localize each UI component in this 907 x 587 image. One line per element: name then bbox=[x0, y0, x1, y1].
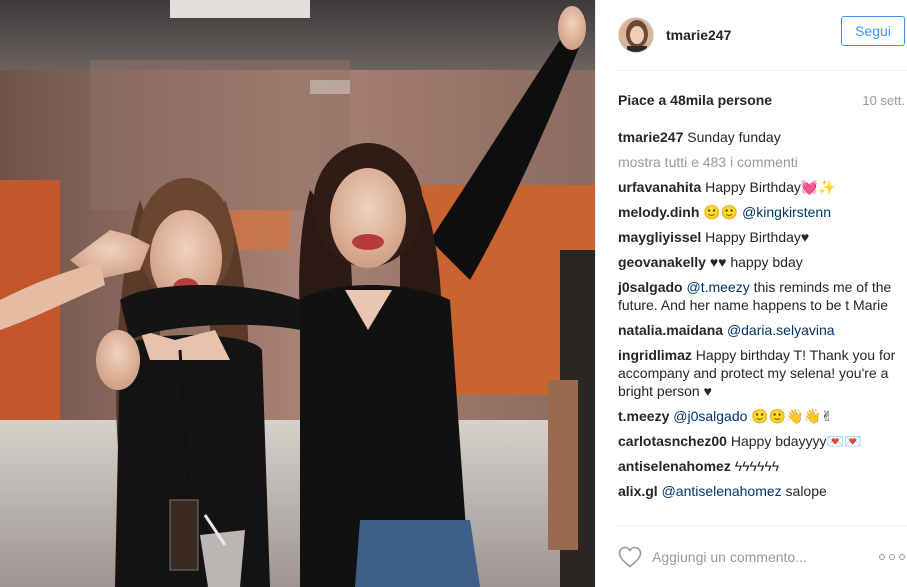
comment-item: maygliyissel Happy Birthday♥ bbox=[618, 228, 898, 246]
comment-username[interactable]: urfavanahita bbox=[618, 179, 701, 195]
comment-text: ϟϟϟϟϟϟ bbox=[734, 458, 780, 474]
comment-text: 🙂🙂👋👋✌ bbox=[747, 408, 833, 424]
comment-bar bbox=[618, 540, 907, 574]
comment-username[interactable]: melody.dinh bbox=[618, 204, 699, 220]
caption-username[interactable]: tmarie247 bbox=[618, 129, 683, 145]
post-photo[interactable] bbox=[0, 0, 595, 587]
header-divider bbox=[618, 70, 907, 71]
comment-text: Happy Birthday♥ bbox=[705, 229, 810, 245]
comment-item: melody.dinh 🙂🙂 @kingkirstenn bbox=[618, 203, 898, 221]
comment-item: alix.gl @antiselenahomez salope bbox=[618, 482, 898, 500]
comment-username[interactable]: t.meezy bbox=[618, 408, 669, 424]
comment-input[interactable] bbox=[652, 549, 879, 565]
comment-item: urfavanahita Happy Birthday💓✨ bbox=[618, 178, 898, 196]
comment-text: salope bbox=[781, 483, 827, 499]
comment-item: ingridlimaz Happy birthday T! Thank you … bbox=[618, 346, 898, 400]
avatar[interactable] bbox=[618, 17, 654, 53]
comment-username[interactable]: ingridlimaz bbox=[618, 347, 692, 363]
comment-item: carlotasnchez00 Happy bdayyyy💌💌 bbox=[618, 432, 898, 450]
likes-row: Piace a 48mila persone 10 sett. bbox=[618, 90, 905, 110]
more-options-icon[interactable] bbox=[879, 553, 905, 561]
footer-divider bbox=[618, 525, 907, 526]
comment-username[interactable]: carlotasnchez00 bbox=[618, 433, 727, 449]
comments-list: tmarie247 Sunday funday mostra tutti e 4… bbox=[618, 128, 898, 507]
dot-icon bbox=[899, 554, 905, 560]
dot-icon bbox=[879, 554, 885, 560]
likes-count[interactable]: Piace a 48mila persone bbox=[618, 92, 772, 108]
comment-username[interactable]: geovanakelly bbox=[618, 254, 706, 270]
comment-item: t.meezy @j0salgado 🙂🙂👋👋✌ bbox=[618, 407, 898, 425]
comment-item: antiselenahomez ϟϟϟϟϟϟ bbox=[618, 457, 898, 475]
comment-text: Happy Birthday💓✨ bbox=[705, 179, 836, 195]
comment-username[interactable]: antiselenahomez bbox=[618, 458, 731, 474]
dot-icon bbox=[889, 554, 895, 560]
comment-mention[interactable]: @j0salgado bbox=[673, 408, 747, 424]
heart-icon[interactable] bbox=[618, 546, 642, 568]
comment-text: 🙂🙂 bbox=[703, 204, 743, 220]
show-all-comments-link[interactable]: mostra tutti e 483 i commenti bbox=[618, 153, 898, 171]
comment-item: j0salgado @t.meezy this reminds me of th… bbox=[618, 278, 898, 314]
avatar-image bbox=[619, 18, 653, 52]
post-header: tmarie247 Segui bbox=[596, 0, 907, 70]
caption-text: Sunday funday bbox=[687, 129, 781, 145]
photo-illustration bbox=[0, 0, 595, 587]
post-author-username[interactable]: tmarie247 bbox=[666, 27, 731, 43]
comment-item: geovanakelly ♥♥ happy bday bbox=[618, 253, 898, 271]
comment-username[interactable]: maygliyissel bbox=[618, 229, 701, 245]
comment-mention[interactable]: @t.meezy bbox=[686, 279, 749, 295]
comment-username[interactable]: j0salgado bbox=[618, 279, 683, 295]
post-date[interactable]: 10 sett. bbox=[862, 93, 905, 108]
comment-text: ♥♥ happy bday bbox=[709, 254, 803, 270]
comment-text: Happy bdayyyy💌💌 bbox=[730, 433, 862, 449]
post-caption: tmarie247 Sunday funday bbox=[618, 128, 898, 146]
comment-item: natalia.maidana @daria.selyavina bbox=[618, 321, 898, 339]
comment-username[interactable]: natalia.maidana bbox=[618, 322, 723, 338]
comment-mention[interactable]: @kingkirstenn bbox=[742, 204, 831, 220]
comment-mention[interactable]: @antiselenahomez bbox=[662, 483, 782, 499]
comment-mention[interactable]: @daria.selyavina bbox=[727, 322, 835, 338]
comment-username[interactable]: alix.gl bbox=[618, 483, 658, 499]
follow-button[interactable]: Segui bbox=[841, 16, 905, 46]
post-viewer: tmarie247 Segui Piace a 48mila persone 1… bbox=[0, 0, 907, 587]
post-details-panel: tmarie247 Segui Piace a 48mila persone 1… bbox=[595, 0, 907, 587]
